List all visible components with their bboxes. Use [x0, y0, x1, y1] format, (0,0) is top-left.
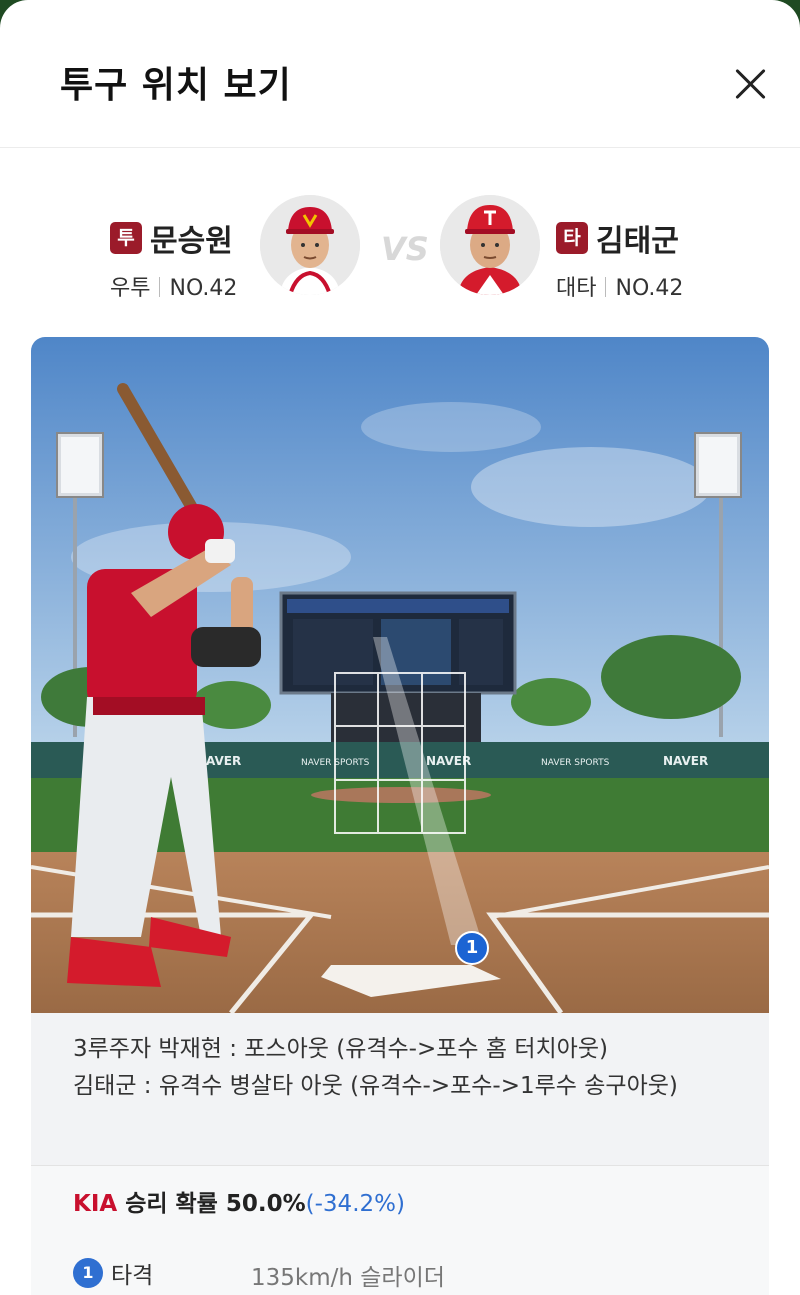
separator [159, 277, 161, 297]
batter-bats: 대타 [556, 276, 597, 301]
win-prob-team: KIA [73, 1191, 118, 1217]
pitcher-info: 우투 NO.42 [110, 270, 237, 302]
pitcher-number: NO.42 [169, 276, 238, 301]
batter-badge: 타 [556, 222, 588, 254]
close-icon[interactable] [728, 62, 774, 108]
pitcher-badge: 투 [110, 222, 142, 254]
pitcher-name: 문승원 [150, 224, 233, 259]
play-line: 3루주자 박재현 : 포스아웃 (유격수->포수 홈 터치아웃) [73, 1036, 608, 1062]
batter-name-row: 타 김태군 [556, 216, 679, 260]
separator [605, 277, 607, 297]
matchup-panel: 투 문승원 우투 NO.42 VS 타 김태군 대타 NO.42 [0, 150, 800, 330]
play-line: 김태군 : 유격수 병살타 아웃 (유격수->포수->1루수 송구아웃) [73, 1073, 678, 1099]
batter-name: 김태군 [596, 224, 679, 259]
pitch-number-badge: 1 [73, 1258, 103, 1288]
batter-avatar [440, 195, 540, 295]
sheet-title: 투구 위치 보기 [60, 65, 292, 106]
pitch-location-field: NAVER NAVER SPORTS NAVER NAVER SPORTS NA… [31, 337, 769, 1013]
pitch-location-sheet: 투구 위치 보기 투 문승원 우투 NO.42 VS 타 김태군 대타 NO.4… [0, 0, 800, 1295]
vs-label: VS [381, 230, 429, 268]
sheet-header: 투구 위치 보기 [0, 0, 800, 148]
ad-board-5: NAVER [663, 754, 708, 768]
ballpark-illustration: NAVER NAVER SPORTS NAVER NAVER SPORTS NA… [31, 337, 769, 1013]
win-probability-section: KIA 승리 확률 50.0%(-34.2%) 1 타격 135km/h 슬라이더 [31, 1166, 769, 1295]
win-probability: KIA 승리 확률 50.0%(-34.2%) [73, 1184, 405, 1218]
batter-number: NO.42 [615, 276, 684, 301]
win-prob-label: 승리 확률 50.0% [117, 1191, 306, 1217]
pitcher-name-row: 투 문승원 [110, 216, 233, 260]
pitcher-avatar [260, 195, 360, 295]
pitch-marker[interactable]: 1 [455, 931, 489, 965]
pitch-result: 타격 [111, 1263, 154, 1289]
win-prob-change: (-34.2%) [305, 1191, 405, 1217]
ad-board-4: NAVER SPORTS [541, 758, 610, 768]
pitch-detail: 135km/h 슬라이더 [251, 1265, 445, 1291]
play-description: 3루주자 박재현 : 포스아웃 (유격수->포수 홈 터치아웃) 김태군 : 유… [31, 1013, 769, 1165]
batter-info: 대타 NO.42 [556, 270, 683, 302]
pitch-log-item[interactable]: 1 타격 135km/h 슬라이더 [73, 1256, 445, 1291]
pitcher-throws: 우투 [110, 276, 151, 301]
